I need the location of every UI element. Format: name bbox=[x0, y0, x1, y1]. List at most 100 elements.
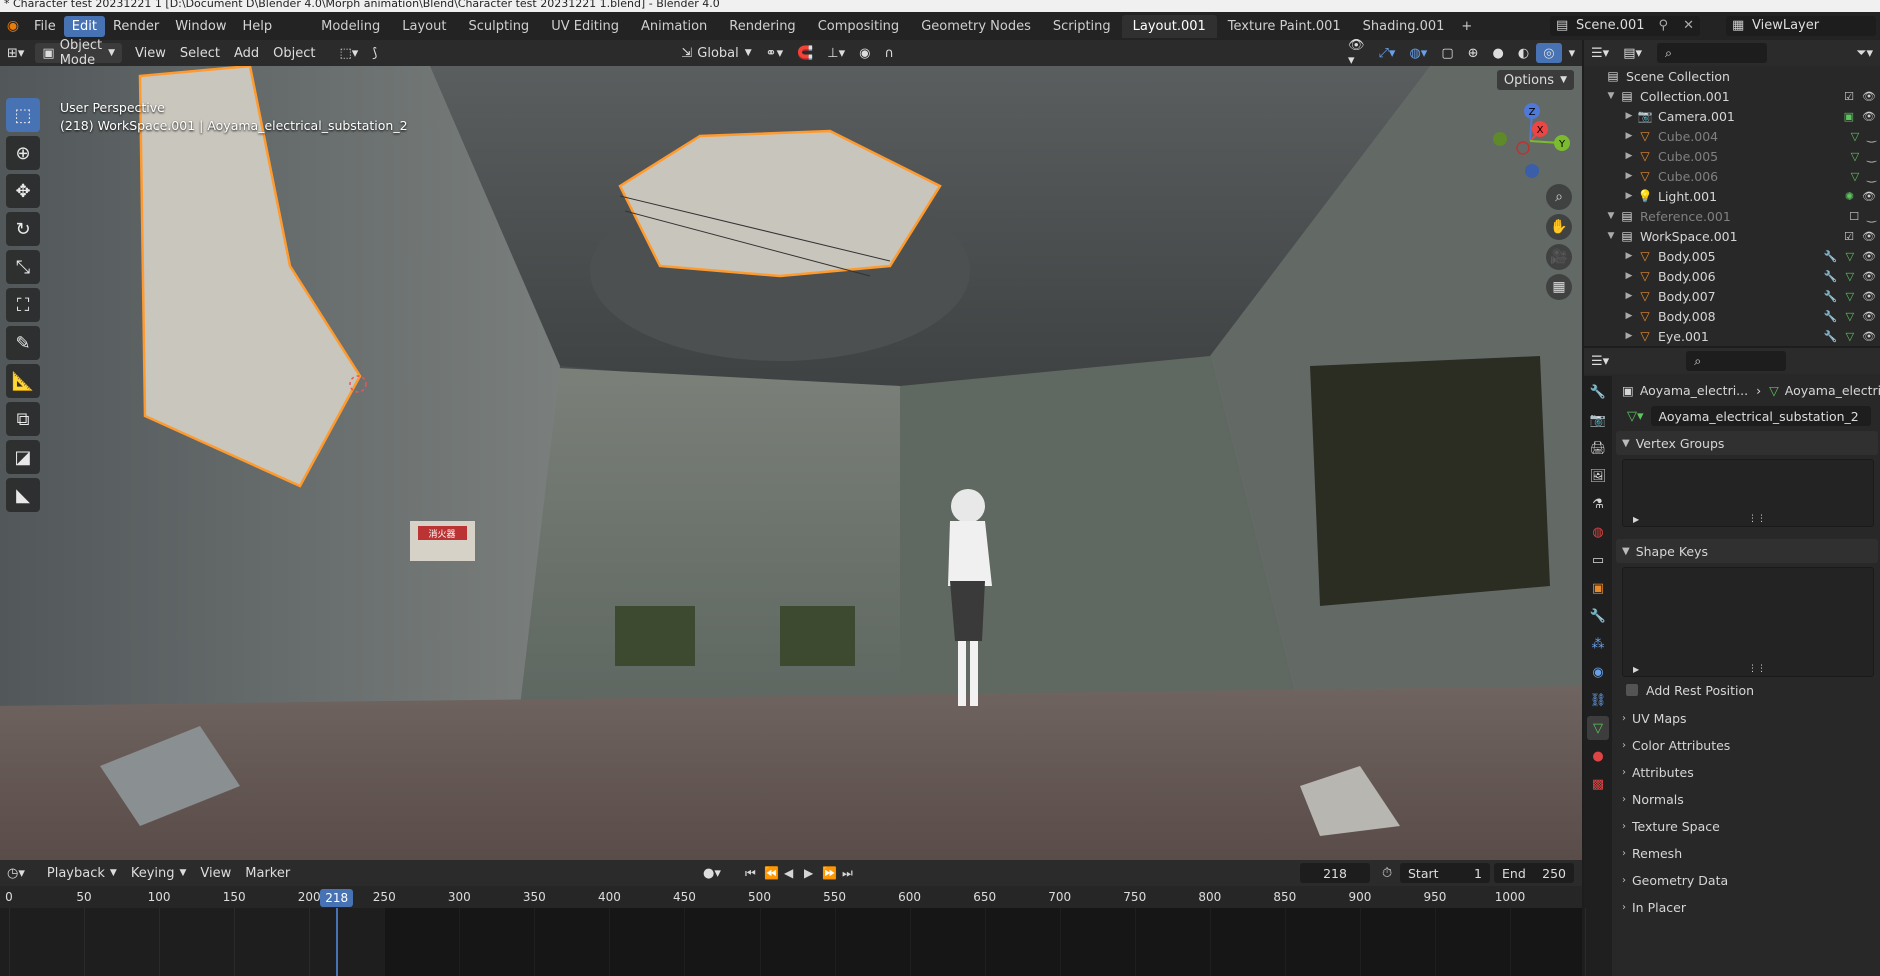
chevron-down-icon[interactable]: ▼ bbox=[1604, 231, 1618, 241]
falloff-icon[interactable]: ∩ bbox=[877, 43, 901, 63]
tab-workspace[interactable]: Sculpting bbox=[457, 15, 540, 38]
modifier-icon[interactable]: 🔧 bbox=[1824, 250, 1838, 263]
exclude-checkbox-icon[interactable]: ☑ bbox=[1844, 230, 1854, 243]
cursor-tool-icon[interactable]: ⊕ bbox=[6, 136, 40, 170]
outliner-row[interactable]: ▶ ▽ Body.005 🔧 ▽ 👁 bbox=[1584, 246, 1880, 266]
chevron-right-icon[interactable]: ▶ bbox=[1622, 151, 1636, 161]
tab-workspace[interactable]: Geometry Nodes bbox=[910, 15, 1042, 38]
physics-tab-icon[interactable]: ◉ bbox=[1587, 660, 1609, 684]
scene-collection-row[interactable]: ▤ Scene Collection bbox=[1584, 66, 1880, 86]
transform-tool-icon[interactable]: ⛶ bbox=[6, 288, 40, 322]
select-box-tool-icon[interactable]: ⬚ bbox=[6, 98, 40, 132]
outliner-row[interactable]: ▶ 📷 Camera.001 ▣ 👁 bbox=[1584, 106, 1880, 126]
chevron-right-icon[interactable]: ▶ bbox=[1622, 271, 1636, 281]
snap-target-icon[interactable]: ⊥▾ bbox=[820, 43, 852, 63]
orientation-dropdown[interactable]: ⇲ Global ▼ bbox=[674, 43, 758, 63]
tab-workspace[interactable]: Animation bbox=[630, 15, 718, 38]
eye-closed-icon[interactable]: ‿ bbox=[1867, 170, 1876, 183]
shading-solid-icon[interactable]: ● bbox=[1486, 43, 1511, 63]
tab-workspace[interactable]: Rendering bbox=[718, 15, 806, 38]
object-tab-icon[interactable]: ▣ bbox=[1587, 576, 1609, 600]
mesh-data-tab-icon[interactable]: ▽ bbox=[1587, 716, 1609, 740]
move-tool-icon[interactable]: ✥ bbox=[6, 174, 40, 208]
gizmo-toggle-icon[interactable]: ⤢▾ bbox=[1372, 43, 1403, 63]
xray-icon[interactable]: ▢ bbox=[1434, 43, 1460, 63]
menu-help[interactable]: Help bbox=[235, 16, 281, 37]
scene-selector[interactable]: ▤ Scene.001 ⚲ ✕ bbox=[1550, 16, 1700, 36]
filter-icon[interactable]: ⏷▾ bbox=[1849, 43, 1880, 63]
stopwatch-icon[interactable]: ⏱ bbox=[1382, 866, 1392, 881]
chevron-down-icon[interactable]: ▼ bbox=[1604, 211, 1618, 221]
eye-icon[interactable]: 👁 bbox=[1862, 290, 1876, 303]
section-vertex-groups[interactable]: ▼ Vertex Groups bbox=[1616, 431, 1878, 455]
modifier-icon[interactable]: 🔧 bbox=[1824, 330, 1838, 343]
view-layer-tab-icon[interactable]: 🖼 bbox=[1587, 464, 1609, 488]
section-collapsed[interactable]: › Normals bbox=[1616, 787, 1878, 811]
mesh-data-icon[interactable]: ▽ bbox=[1851, 170, 1859, 183]
camera-view-icon[interactable]: 🎥 bbox=[1546, 244, 1572, 270]
eye-icon[interactable]: 👁 bbox=[1862, 270, 1876, 283]
frame-ruler[interactable]: 0 50 100 150 200 250 300 350 400 450 500 550 600 650 7… bbox=[0, 886, 1582, 908]
outliner-row[interactable]: ▼ ▤ Collection.001 ☑ 👁 bbox=[1584, 86, 1880, 106]
render-tab-icon[interactable]: 📷 bbox=[1587, 408, 1609, 432]
proportional-icon[interactable]: ◉ bbox=[852, 43, 877, 63]
overlay-toggle-icon[interactable]: ◍▾ bbox=[1402, 43, 1434, 63]
pivot-icon[interactable]: ⚭▾ bbox=[759, 43, 790, 63]
tab-workspace[interactable]: UV Editing bbox=[540, 15, 630, 38]
outliner-row[interactable]: ▶ ▽ Body.007 🔧 ▽ 👁 bbox=[1584, 286, 1880, 306]
mesh-data-icon[interactable]: ▽ bbox=[1846, 310, 1854, 323]
zoom-icon[interactable]: ⌕ bbox=[1546, 184, 1572, 210]
world-tab-icon[interactable]: ◍ bbox=[1587, 520, 1609, 544]
section-collapsed[interactable]: › UV Maps bbox=[1616, 706, 1878, 730]
ortho-grid-icon[interactable]: ▦ bbox=[1546, 274, 1572, 300]
auto-key-icon[interactable]: ●▾ bbox=[696, 863, 728, 883]
prev-keyframe-icon[interactable]: ⏪ bbox=[764, 866, 779, 880]
keyframe-area[interactable] bbox=[0, 908, 1587, 976]
chevron-right-icon[interactable]: ▶ bbox=[1622, 291, 1636, 301]
add-rest-position-checkbox[interactable] bbox=[1626, 684, 1638, 696]
menu-window[interactable]: Window bbox=[167, 16, 234, 37]
mode-dropdown[interactable]: ▣ Object Mode ▼ bbox=[35, 38, 122, 68]
light-data-icon[interactable]: ✺ bbox=[1845, 190, 1854, 203]
particles-tab-icon[interactable]: ⁂ bbox=[1587, 632, 1609, 656]
menu-file[interactable]: File bbox=[26, 16, 64, 37]
start-frame-field[interactable]: Start 1 bbox=[1400, 863, 1490, 883]
chevron-right-icon[interactable]: ▶ bbox=[1622, 191, 1636, 201]
current-frame-field[interactable]: 218 bbox=[1300, 863, 1370, 883]
mesh-data-icon[interactable]: ▽ bbox=[1846, 250, 1854, 263]
expand-list-icon[interactable]: ▶ bbox=[1633, 665, 1639, 674]
outliner-row[interactable]: ▶ ▽ Cube.006 ▽ ‿ bbox=[1584, 166, 1880, 186]
view-layer-selector[interactable]: ▦ ViewLayer bbox=[1726, 16, 1876, 36]
jump-start-icon[interactable]: ⏮ bbox=[745, 866, 756, 881]
measure-tool-icon[interactable]: 📐 bbox=[6, 364, 40, 398]
pin-tool-icon[interactable]: ⟆ bbox=[365, 43, 384, 63]
eye-icon[interactable]: 👁 bbox=[1862, 250, 1876, 263]
scale-tool-icon[interactable]: ⤡ bbox=[6, 250, 40, 284]
play-icon[interactable]: ▶ bbox=[804, 866, 813, 880]
outliner-row[interactable]: ▶ ▽ Cube.004 ▽ ‿ bbox=[1584, 126, 1880, 146]
modifier-icon[interactable]: 🔧 bbox=[1824, 290, 1838, 303]
eye-icon[interactable]: 👁 bbox=[1862, 330, 1876, 343]
navigation-gizmo[interactable]: Z X Y bbox=[1485, 96, 1575, 186]
blender-logo-icon[interactable]: ◉ bbox=[0, 18, 26, 34]
chevron-right-icon[interactable]: ▶ bbox=[1622, 171, 1636, 181]
pan-hand-icon[interactable]: ✋ bbox=[1546, 214, 1572, 240]
resize-handle-icon[interactable]: ⋮⋮ bbox=[1748, 664, 1766, 674]
chevron-right-icon[interactable]: ▶ bbox=[1622, 111, 1636, 121]
editor-type-icon[interactable]: ⊞▾ bbox=[0, 43, 31, 63]
shading-material-icon[interactable]: ◐ bbox=[1511, 43, 1536, 63]
section-shape-keys[interactable]: ▼ Shape Keys bbox=[1616, 539, 1878, 563]
rotate-tool-icon[interactable]: ↻ bbox=[6, 212, 40, 246]
outliner-row[interactable]: ▶ ▽ Eye.001 🔧 ▽ 👁 bbox=[1584, 326, 1880, 346]
tab-workspace[interactable]: Texture Paint.001 bbox=[1217, 15, 1352, 38]
texture-tab-icon[interactable]: ▩ bbox=[1587, 772, 1609, 796]
3d-viewport[interactable]: 消火器 User Perspective (218) WorkSpace.001… bbox=[0, 66, 1582, 860]
viewport-menu-object[interactable]: Object bbox=[266, 43, 322, 63]
scene-tab-icon[interactable]: ⚗ bbox=[1587, 492, 1609, 516]
chevron-down-icon[interactable]: ▼ bbox=[1604, 91, 1618, 101]
tab-workspace[interactable]: Layout.001 bbox=[1121, 14, 1217, 38]
outliner-row[interactable]: ▶ ▽ Body.006 🔧 ▽ 👁 bbox=[1584, 266, 1880, 286]
outliner-row[interactable]: ▶ 💡 Light.001 ✺ 👁 bbox=[1584, 186, 1880, 206]
shading-rendered-icon[interactable]: ◎ bbox=[1536, 43, 1562, 63]
viewport-menu-select[interactable]: Select bbox=[173, 43, 227, 63]
